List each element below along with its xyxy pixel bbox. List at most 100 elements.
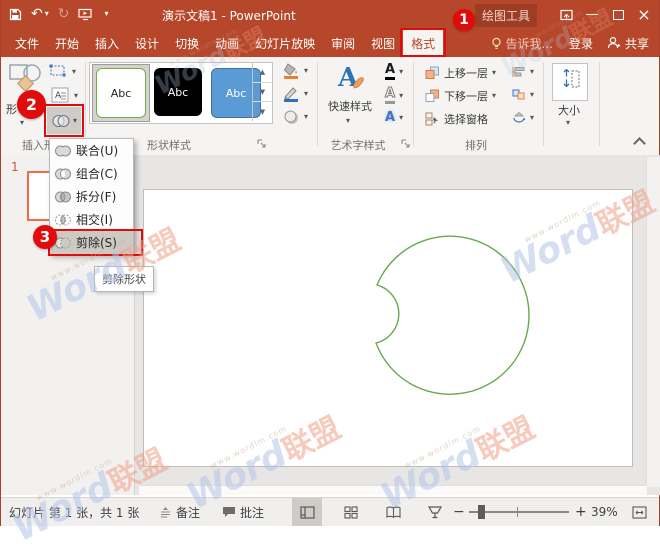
- union-icon: [54, 144, 72, 158]
- chevron-down-icon[interactable]: ▾: [304, 67, 308, 75]
- gallery-scroll-up[interactable]: ▲: [253, 63, 272, 83]
- gallery-more-button[interactable]: ▼: [253, 102, 272, 121]
- menu-item-combine[interactable]: 组合(C): [50, 162, 133, 185]
- title-bar: ↶▾ ↻ ▾ 演示文稿1 - PowerPoint 绘图工具 — ×: [1, 0, 659, 29]
- chevron-down-icon[interactable]: ▾: [530, 114, 534, 122]
- tab-transitions[interactable]: 切换: [167, 29, 207, 57]
- chevron-down-icon[interactable]: ▾: [566, 119, 570, 127]
- chevron-down-icon[interactable]: ▾: [20, 119, 24, 127]
- slide-sorter-view-button[interactable]: [336, 498, 366, 526]
- zoom-out-button[interactable]: −: [453, 498, 465, 526]
- group-objects-button[interactable]: ▾: [511, 88, 534, 101]
- zoom-level[interactable]: 39%: [591, 498, 618, 526]
- tab-format-label: 格式: [411, 35, 435, 52]
- comments-button[interactable]: 批注: [222, 498, 264, 526]
- shape-effects-button[interactable]: ▾: [283, 109, 308, 125]
- send-backward-button[interactable]: 下移一层 ▾: [425, 88, 496, 104]
- chevron-down-icon[interactable]: ▾: [492, 69, 496, 77]
- minimize-button[interactable]: —: [579, 0, 605, 29]
- intersect-icon: [54, 213, 72, 227]
- menu-item-subtract[interactable]: 剪除(S): [50, 231, 133, 254]
- maximize-button[interactable]: [605, 0, 631, 29]
- chevron-down-icon[interactable]: ▾: [304, 90, 308, 98]
- tab-file[interactable]: 文件: [7, 29, 47, 57]
- dialog-launcher-icon[interactable]: [401, 139, 411, 149]
- menu-item-fragment[interactable]: 拆分(F): [50, 185, 133, 208]
- tab-review[interactable]: 审阅: [323, 29, 363, 57]
- combine-icon: [54, 167, 72, 181]
- vertical-scrollbar[interactable]: [646, 157, 660, 487]
- chevron-down-icon[interactable]: ▾: [72, 68, 76, 76]
- shape-fill-button[interactable]: ▾: [283, 63, 308, 79]
- align-button[interactable]: ▾: [511, 65, 534, 78]
- close-button[interactable]: ×: [631, 0, 657, 29]
- text-box-icon[interactable]: A: [51, 87, 69, 103]
- sign-in-button[interactable]: 登录: [561, 35, 601, 52]
- slide-editing-area: [134, 155, 660, 495]
- save-icon[interactable]: [9, 8, 22, 21]
- tab-design[interactable]: 设计: [127, 29, 167, 57]
- style-card-green-outline[interactable]: Abc: [96, 68, 146, 118]
- start-slideshow-icon[interactable]: [78, 8, 93, 21]
- horizontal-scrollbar[interactable]: [139, 485, 647, 495]
- text-fill-button[interactable]: A ▾: [385, 63, 403, 80]
- zoom-slider-thumb[interactable]: [478, 505, 485, 519]
- bring-forward-icon: [425, 66, 440, 80]
- chevron-down-icon[interactable]: ▾: [399, 68, 403, 76]
- shape-outline-button[interactable]: ▾: [283, 86, 308, 102]
- quick-styles-button[interactable]: A: [329, 62, 373, 98]
- ribbon-display-options-button[interactable]: [553, 0, 579, 29]
- chevron-down-icon[interactable]: ▾: [399, 92, 403, 100]
- slideshow-view-button[interactable]: [420, 498, 450, 526]
- chevron-down-icon[interactable]: ▾: [45, 10, 49, 18]
- collapse-ribbon-icon[interactable]: [633, 137, 646, 150]
- gallery-scroll-down[interactable]: ▼: [253, 83, 272, 103]
- undo-button[interactable]: ↶▾: [31, 7, 49, 21]
- zoom-in-button[interactable]: +: [575, 498, 587, 526]
- chevron-down-icon[interactable]: ▾: [346, 117, 350, 125]
- group-separator: [413, 62, 414, 146]
- tab-animations[interactable]: 动画: [207, 29, 247, 57]
- fit-slide-to-window-button[interactable]: [624, 498, 654, 526]
- subtracted-circle-shape[interactable]: [376, 236, 529, 394]
- notes-button[interactable]: 备注: [159, 498, 200, 526]
- slide-canvas[interactable]: [143, 189, 633, 467]
- group-separator: [317, 62, 318, 146]
- rotate-button[interactable]: ▾: [511, 111, 534, 124]
- selection-pane-button[interactable]: 选择窗格: [425, 111, 488, 127]
- tab-home[interactable]: 开始: [47, 29, 87, 57]
- text-effects-button[interactable]: A ▾: [385, 111, 403, 125]
- style-card-black[interactable]: Abc: [154, 68, 202, 116]
- edit-shape-partial-label: 形: [6, 101, 17, 117]
- chevron-down-icon[interactable]: ▾: [74, 92, 78, 100]
- normal-view-button[interactable]: [292, 498, 322, 526]
- chevron-down-icon[interactable]: ▾: [304, 113, 308, 121]
- chevron-down-icon[interactable]: ▾: [530, 68, 534, 76]
- dialog-launcher-icon[interactable]: [257, 139, 267, 149]
- step-badge-3: 3: [33, 225, 57, 249]
- comments-icon: [222, 506, 236, 518]
- chevron-down-icon[interactable]: ▾: [399, 114, 403, 122]
- merge-shapes-button[interactable]: ▾: [47, 107, 81, 134]
- redo-icon: ↻: [58, 7, 70, 21]
- share-button[interactable]: 共享: [601, 35, 659, 52]
- menu-item-union[interactable]: 联合(U): [50, 139, 133, 162]
- chevron-down-icon[interactable]: ▾: [492, 92, 496, 100]
- tab-slideshow[interactable]: 幻灯片放映: [247, 29, 323, 57]
- tell-me-button[interactable]: 告诉我...: [483, 35, 561, 52]
- customize-qat-icon[interactable]: ▾: [104, 10, 108, 18]
- edit-shape-icon[interactable]: [49, 64, 67, 78]
- tab-insert[interactable]: 插入: [87, 29, 127, 57]
- size-group-label: 大小: [550, 102, 588, 118]
- tab-view[interactable]: 视图: [363, 29, 403, 57]
- chevron-down-icon[interactable]: ▾: [73, 117, 77, 125]
- tell-me-label: 告诉我...: [506, 35, 553, 52]
- text-outline-button[interactable]: A ▾: [385, 87, 403, 104]
- size-button[interactable]: [552, 63, 588, 101]
- bring-forward-button[interactable]: 上移一层 ▾: [425, 65, 496, 81]
- chevron-down-icon[interactable]: ▾: [530, 91, 534, 99]
- tab-format[interactable]: 格式: [403, 29, 443, 57]
- window-controls: — ×: [553, 0, 657, 29]
- menu-item-intersect[interactable]: 相交(I): [50, 208, 133, 231]
- reading-view-button[interactable]: [378, 498, 408, 526]
